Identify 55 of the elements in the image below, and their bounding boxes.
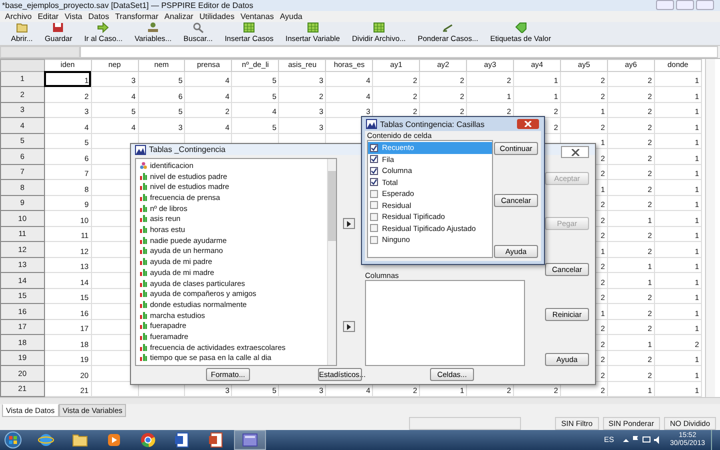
grid-icon	[372, 22, 385, 34]
menu-item[interactable]: Archivo	[2, 12, 35, 21]
presentation-icon	[208, 432, 224, 448]
move-button[interactable]	[343, 218, 355, 230]
menu-item[interactable]: Vista	[62, 12, 86, 21]
globe-icon	[38, 432, 54, 448]
menu-item[interactable]: Editar	[34, 12, 62, 21]
cell-value-field[interactable]	[80, 46, 718, 58]
checkbox[interactable]	[370, 178, 378, 186]
close-icon	[570, 148, 580, 156]
variable-icon	[147, 22, 160, 34]
folder-icon	[72, 432, 88, 448]
menu-item[interactable]: Ayuda	[276, 12, 306, 21]
floppy-icon	[52, 22, 64, 34]
cell-reference-field[interactable]	[0, 46, 80, 58]
app-icon	[242, 432, 258, 448]
checkbox[interactable]	[370, 166, 378, 175]
triangle-icon	[347, 220, 351, 227]
checkbox[interactable]	[370, 190, 378, 198]
move-button[interactable]	[343, 321, 355, 332]
nominal-icon	[140, 162, 147, 169]
menu-item[interactable]: Datos	[85, 12, 112, 21]
circle-logo-icon	[140, 432, 156, 448]
window-icon	[366, 119, 377, 129]
checkbox[interactable]	[370, 201, 378, 210]
checkbox[interactable]	[370, 236, 378, 244]
checkbox[interactable]	[370, 212, 378, 221]
horizontal-scrollbar[interactable]	[0, 397, 720, 404]
arrow-icon	[97, 22, 110, 34]
triangle-icon	[347, 324, 351, 330]
menu-item[interactable]: Transformar	[112, 12, 162, 21]
checkbox[interactable]	[370, 144, 378, 152]
dialog-title: Tablas Contingencia: Casillas	[380, 120, 484, 128]
list-scrollbar[interactable]	[327, 159, 336, 366]
close-icon	[524, 121, 532, 127]
grid-icon	[306, 22, 319, 34]
window-icon	[135, 144, 146, 155]
tray-icons-drawing[interactable]	[622, 434, 662, 445]
columns-list[interactable]	[365, 280, 525, 366]
taskbar-button[interactable]	[234, 430, 266, 450]
window-title: *base_ejemplos_proyecto.sav [DataSet1] — PSPPIRE Editor de Datos	[2, 0, 254, 10]
menu-item[interactable]: Ventanas	[237, 12, 277, 21]
menu-item[interactable]: Utilidades	[196, 12, 238, 21]
search-icon	[192, 22, 204, 34]
close-button[interactable]	[517, 119, 539, 129]
close-button[interactable]	[561, 146, 589, 158]
checkbox[interactable]	[370, 224, 378, 232]
checkbox[interactable]	[370, 155, 378, 164]
menu-item[interactable]: Analizar	[161, 12, 196, 21]
vertical-scrollbar[interactable]	[705, 58, 715, 398]
play-icon	[106, 432, 122, 448]
grid-icon	[243, 22, 256, 34]
start-button[interactable]	[4, 430, 22, 449]
dialog-title: Tablas _Contingencia	[149, 145, 226, 154]
document-icon	[174, 432, 190, 448]
